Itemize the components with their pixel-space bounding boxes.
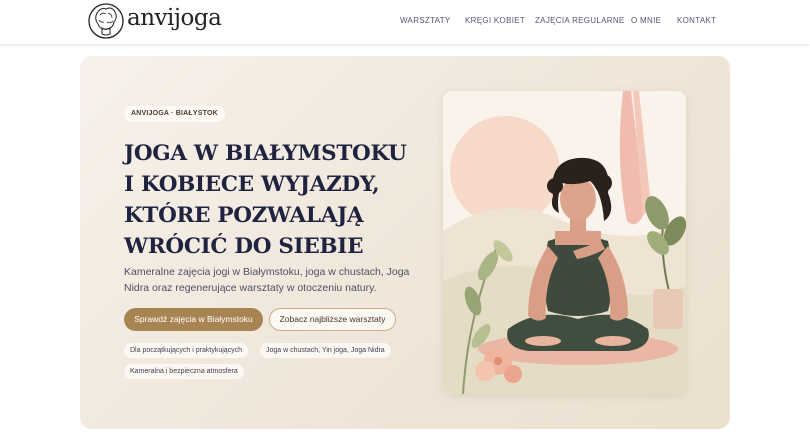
nav-item-kontakt[interactable]: KONTAKT — [677, 16, 716, 25]
feature-chip-atmosphere: Kameralna i bezpieczna atmosfera — [124, 364, 244, 379]
brand-name[interactable]: anvijoga — [127, 5, 222, 31]
nav-item-o-mnie[interactable]: O MNIE — [631, 16, 661, 25]
feature-chip-beginners: Dla początkujących i praktykujących — [124, 343, 249, 358]
location-badge: ANVIJOGA · BIAŁYSTOK — [124, 106, 225, 122]
check-classes-button[interactable]: Sprawdź zajęcia w Białymstoku — [124, 308, 263, 331]
see-workshops-button[interactable]: Zobacz najbliższe warsztaty — [269, 308, 396, 331]
hero-description: Kameralne zajęcia jogi w Białymstoku, jo… — [124, 266, 410, 294]
yoga-illustration — [443, 91, 686, 394]
nav-item-warsztaty[interactable]: WARSZTATY — [400, 16, 451, 25]
top-navbar: anvijoga WARSZTATY KRĘGI KOBIET ZAJĘCIA … — [0, 0, 810, 44]
feature-chip-yoga-types: Joga w chustach, Yin joga, Joga Nidra — [260, 343, 391, 358]
logo-icon[interactable] — [88, 1, 124, 41]
nav-item-kregi-kobiet[interactable]: KRĘGI KOBIET — [465, 16, 525, 25]
nav-item-zajecia-regularne[interactable]: ZAJĘCIA REGULARNE — [535, 16, 625, 25]
hero-title: JOGA W BIAŁYMSTOKU I KOBIECE WYJAZDY, KT… — [124, 141, 407, 259]
